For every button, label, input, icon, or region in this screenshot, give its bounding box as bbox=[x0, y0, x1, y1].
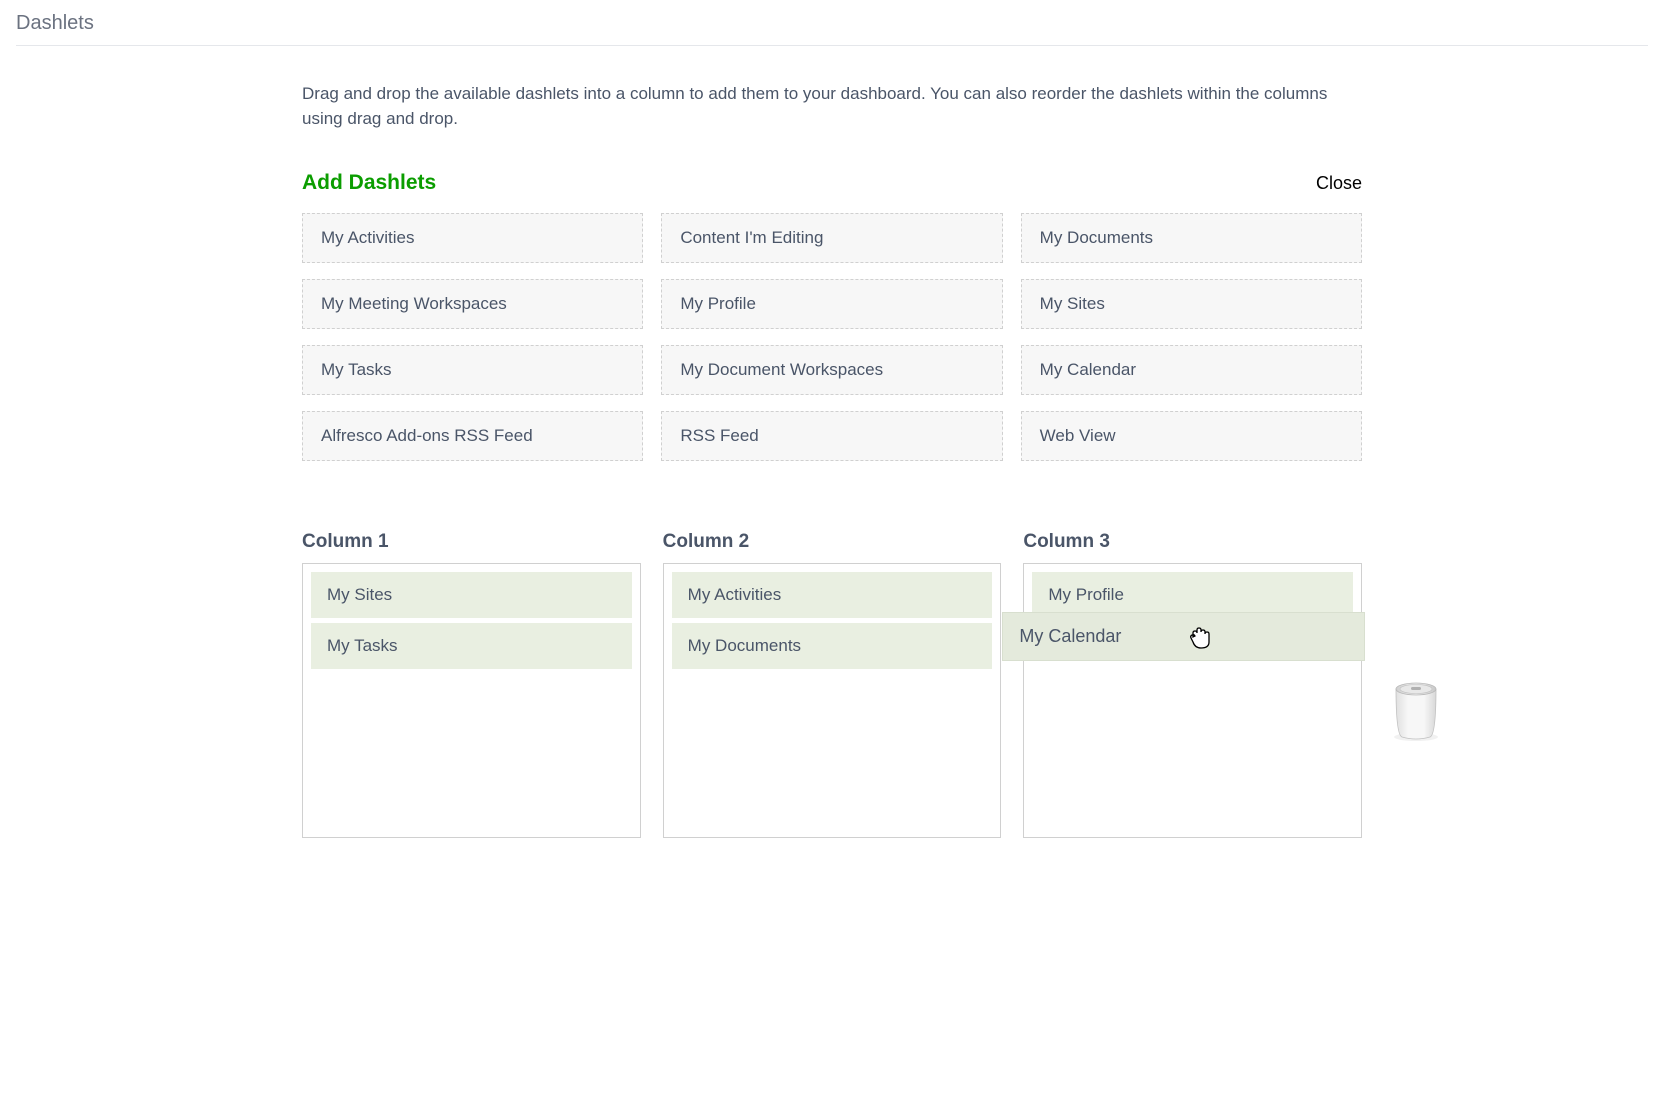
available-dashlet[interactable]: RSS Feed bbox=[661, 411, 1002, 461]
available-dashlet[interactable]: Web View bbox=[1021, 411, 1362, 461]
available-dashlet[interactable]: My Tasks bbox=[302, 345, 643, 395]
available-dashlet[interactable]: My Sites bbox=[1021, 279, 1362, 329]
column-dashlet[interactable]: My Activities bbox=[672, 572, 993, 618]
available-dashlet[interactable]: My Profile bbox=[661, 279, 1002, 329]
column-dashlet[interactable]: My Sites bbox=[311, 572, 632, 618]
content-area: Drag and drop the available dashlets int… bbox=[302, 46, 1362, 878]
column-title: Column 2 bbox=[663, 531, 1002, 553]
add-dashlets-title: Add Dashlets bbox=[302, 171, 436, 195]
column-title: Column 3 bbox=[1023, 531, 1362, 553]
columns-row: Column 1 My Sites My Tasks Column 2 My A… bbox=[302, 531, 1362, 838]
column-dropzone[interactable]: My Activities My Documents bbox=[663, 563, 1002, 838]
dragging-dashlet[interactable]: My Calendar bbox=[1002, 612, 1365, 661]
available-dashlet[interactable]: My Activities bbox=[302, 213, 643, 263]
trash-icon[interactable] bbox=[1390, 679, 1442, 748]
add-dashlets-header: Add Dashlets Close bbox=[302, 171, 1362, 195]
available-dashlet[interactable]: My Documents bbox=[1021, 213, 1362, 263]
page-title: Dashlets bbox=[0, 0, 1664, 45]
available-dashlet[interactable]: My Calendar bbox=[1021, 345, 1362, 395]
available-dashlet[interactable]: Alfresco Add-ons RSS Feed bbox=[302, 411, 643, 461]
column-title: Column 1 bbox=[302, 531, 641, 553]
close-button[interactable]: Close bbox=[1316, 173, 1362, 194]
column-1: Column 1 My Sites My Tasks bbox=[302, 531, 641, 838]
column-dropzone[interactable]: My Profile My Calendar bbox=[1023, 563, 1362, 838]
column-3: Column 3 My Profile My Calendar bbox=[1023, 531, 1362, 838]
description-text: Drag and drop the available dashlets int… bbox=[302, 82, 1362, 131]
column-dashlet[interactable]: My Tasks bbox=[311, 623, 632, 669]
available-dashlets-grid: My Activities Content I'm Editing My Doc… bbox=[302, 213, 1362, 461]
column-2: Column 2 My Activities My Documents bbox=[663, 531, 1002, 838]
available-dashlet[interactable]: Content I'm Editing bbox=[661, 213, 1002, 263]
column-dashlet[interactable]: My Documents bbox=[672, 623, 993, 669]
available-dashlet[interactable]: My Document Workspaces bbox=[661, 345, 1002, 395]
available-dashlet[interactable]: My Meeting Workspaces bbox=[302, 279, 643, 329]
column-dropzone[interactable]: My Sites My Tasks bbox=[302, 563, 641, 838]
